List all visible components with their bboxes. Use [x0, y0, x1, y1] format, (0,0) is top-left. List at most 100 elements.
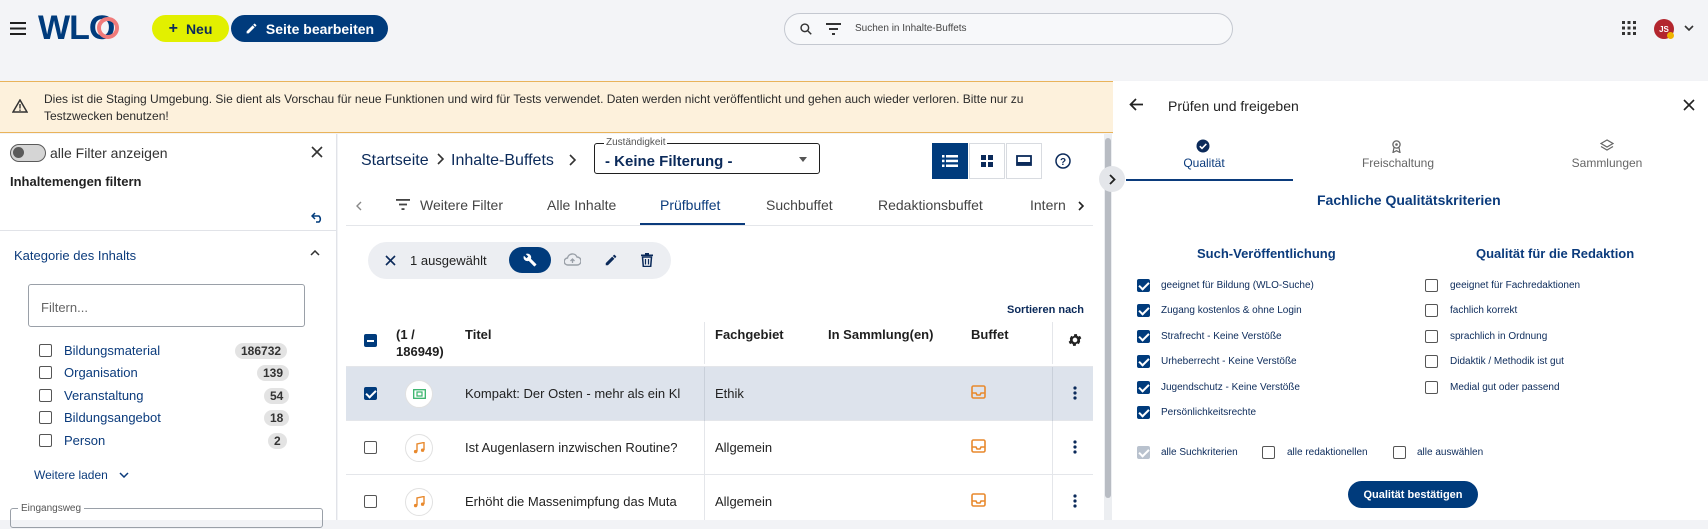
grid-view-button[interactable] — [969, 143, 1005, 179]
category-checkbox[interactable] — [39, 389, 52, 402]
list-view-button[interactable] — [932, 143, 968, 179]
tile-view-button[interactable] — [1006, 143, 1042, 179]
table-row[interactable]: Kompakt: Der Osten - mehr als ein Kl Eth… — [346, 367, 1093, 421]
criterion-checkbox[interactable] — [1425, 355, 1438, 368]
all-editorial-label[interactable]: alle redaktionellen — [1287, 447, 1368, 458]
select-all-criteria-checkbox[interactable] — [1393, 446, 1406, 459]
search-icon[interactable] — [799, 22, 813, 36]
criterion-label[interactable]: Jugendschutz - Keine Verstöße — [1161, 382, 1300, 393]
breadcrumb-buffets[interactable]: Inhalte-Buffets — [451, 152, 554, 170]
criterion-checkbox[interactable] — [1425, 279, 1438, 292]
criterion-label[interactable]: geeignet für Fachredaktionen — [1450, 280, 1580, 291]
criterion-label[interactable]: Persönlichkeitsrechte — [1161, 407, 1256, 418]
select-all-checkbox[interactable] — [364, 334, 377, 347]
review-tool-button[interactable] — [509, 247, 551, 273]
category-checkbox[interactable] — [39, 366, 52, 379]
criterion-label[interactable]: geeignet für Bildung (WLO-Suche) — [1161, 280, 1314, 291]
chevron-up-icon[interactable] — [310, 250, 320, 256]
criterion-checkbox[interactable] — [1137, 304, 1150, 317]
cloud-upload-icon[interactable] — [564, 253, 581, 266]
trash-icon[interactable] — [641, 253, 653, 267]
more-vert-icon[interactable] — [1073, 494, 1077, 508]
criterion-checkbox[interactable] — [1425, 381, 1438, 394]
category-label[interactable]: Bildungsangebot — [64, 410, 161, 425]
column-subject[interactable]: Fachgebiet — [715, 327, 784, 342]
criterion-checkbox[interactable] — [1137, 330, 1150, 343]
criterion-label[interactable]: sprachlich in Ordnung — [1450, 331, 1547, 342]
row-title[interactable]: Erhöht die Massenimpfung das Muta — [465, 494, 700, 509]
tab-collections[interactable]: Sammlungen — [1557, 156, 1657, 170]
tab-release[interactable]: Freischaltung — [1343, 156, 1453, 170]
tabs-scroll-right-icon[interactable] — [1078, 201, 1084, 211]
tab-review-buffet[interactable]: Prüfbuffet — [660, 197, 720, 213]
tab-search-buffet[interactable]: Suchbuffet — [766, 197, 833, 213]
category-label[interactable]: Bildungsmaterial — [64, 343, 160, 358]
category-checkbox[interactable] — [39, 411, 52, 424]
load-more-link[interactable]: Weitere laden — [34, 468, 108, 482]
criterion-label[interactable]: fachlich korrekt — [1450, 305, 1517, 316]
category-label[interactable]: Organisation — [64, 365, 138, 380]
more-vert-icon[interactable] — [1073, 386, 1077, 400]
tab-all-content[interactable]: Alle Inhalte — [547, 197, 616, 213]
collapse-panel-button[interactable] — [1099, 166, 1125, 192]
chevron-right-icon[interactable] — [569, 154, 577, 166]
close-panel-icon[interactable] — [1683, 99, 1695, 111]
pencil-icon[interactable] — [604, 253, 618, 267]
gear-icon[interactable] — [1067, 332, 1083, 348]
criterion-label[interactable]: Urheberrecht - Keine Verstöße — [1161, 356, 1297, 367]
criterion-checkbox[interactable] — [1137, 355, 1150, 368]
filter-icon[interactable] — [826, 23, 841, 35]
row-checkbox[interactable] — [364, 441, 377, 454]
criterion-label[interactable]: Didaktik / Methodik ist gut — [1450, 356, 1564, 367]
edit-page-button[interactable]: Seite bearbeiten — [231, 15, 388, 42]
tab-more-filters[interactable]: Weitere Filter — [420, 197, 503, 213]
tab-internal[interactable]: Intern — [1030, 197, 1070, 213]
category-checkbox[interactable] — [39, 434, 52, 447]
criterion-checkbox[interactable] — [1425, 304, 1438, 317]
help-icon[interactable]: ? — [1055, 153, 1071, 169]
new-button[interactable]: + Neu — [152, 15, 229, 42]
all-editorial-checkbox[interactable] — [1262, 446, 1275, 459]
row-title[interactable]: Kompakt: Der Osten - mehr als ein Kl — [465, 386, 700, 401]
undo-icon[interactable] — [311, 211, 324, 223]
category-label[interactable]: Person — [64, 433, 105, 448]
clear-selection-icon[interactable] — [385, 255, 396, 266]
category-label[interactable]: Veranstaltung — [64, 388, 144, 403]
chevron-down-icon[interactable] — [119, 472, 129, 478]
buffet-inbox-icon[interactable] — [971, 439, 986, 453]
scrollbar-thumb[interactable] — [1105, 138, 1111, 498]
search-input[interactable]: Suchen in Inhalte-Buffets — [855, 23, 967, 34]
chevron-down-icon[interactable] — [1684, 25, 1694, 31]
search-bar[interactable]: Suchen in Inhalte-Buffets — [784, 13, 1233, 45]
select-all-criteria-label[interactable]: alle auswählen — [1417, 447, 1483, 458]
column-collections[interactable]: In Sammlung(en) — [828, 327, 933, 342]
tabs-scroll-left-icon[interactable] — [356, 201, 362, 211]
all-search-label[interactable]: alle Suchkriterien — [1161, 447, 1238, 458]
table-row[interactable]: Erhöht die Massenimpfung das Muta Allgem… — [346, 475, 1093, 529]
category-section-title[interactable]: Kategorie des Inhalts — [14, 248, 136, 263]
breadcrumb-home[interactable]: Startseite — [361, 152, 429, 170]
tab-editorial-buffet[interactable]: Redaktionsbuffet — [878, 197, 983, 213]
criterion-label[interactable]: Zugang kostenlos & ohne Login — [1161, 305, 1302, 316]
category-checkbox[interactable] — [39, 344, 52, 357]
tab-quality[interactable]: Qualität — [1160, 156, 1248, 170]
criterion-checkbox[interactable] — [1137, 406, 1150, 419]
column-buffet[interactable]: Buffet — [971, 327, 1009, 342]
apps-grid-icon[interactable] — [1622, 21, 1636, 35]
close-icon[interactable] — [311, 146, 323, 158]
more-vert-icon[interactable] — [1073, 440, 1077, 454]
criterion-checkbox[interactable] — [1137, 279, 1150, 292]
back-arrow-icon[interactable] — [1129, 98, 1144, 111]
menu-icon[interactable] — [10, 22, 26, 35]
all-search-checkbox[interactable] — [1137, 446, 1150, 459]
row-checkbox[interactable] — [364, 387, 377, 400]
buffet-inbox-icon[interactable] — [971, 385, 986, 399]
all-filters-toggle[interactable] — [10, 144, 46, 162]
row-checkbox[interactable] — [364, 495, 377, 508]
criterion-checkbox[interactable] — [1425, 330, 1438, 343]
criterion-label[interactable]: Medial gut oder passend — [1450, 382, 1560, 393]
confirm-quality-button[interactable]: Qualität bestätigen — [1348, 481, 1478, 508]
column-title[interactable]: Titel — [465, 327, 492, 342]
row-title[interactable]: Ist Augenlasern inzwischen Routine? — [465, 440, 700, 455]
sort-button[interactable]: Sortieren nach — [1007, 304, 1084, 316]
